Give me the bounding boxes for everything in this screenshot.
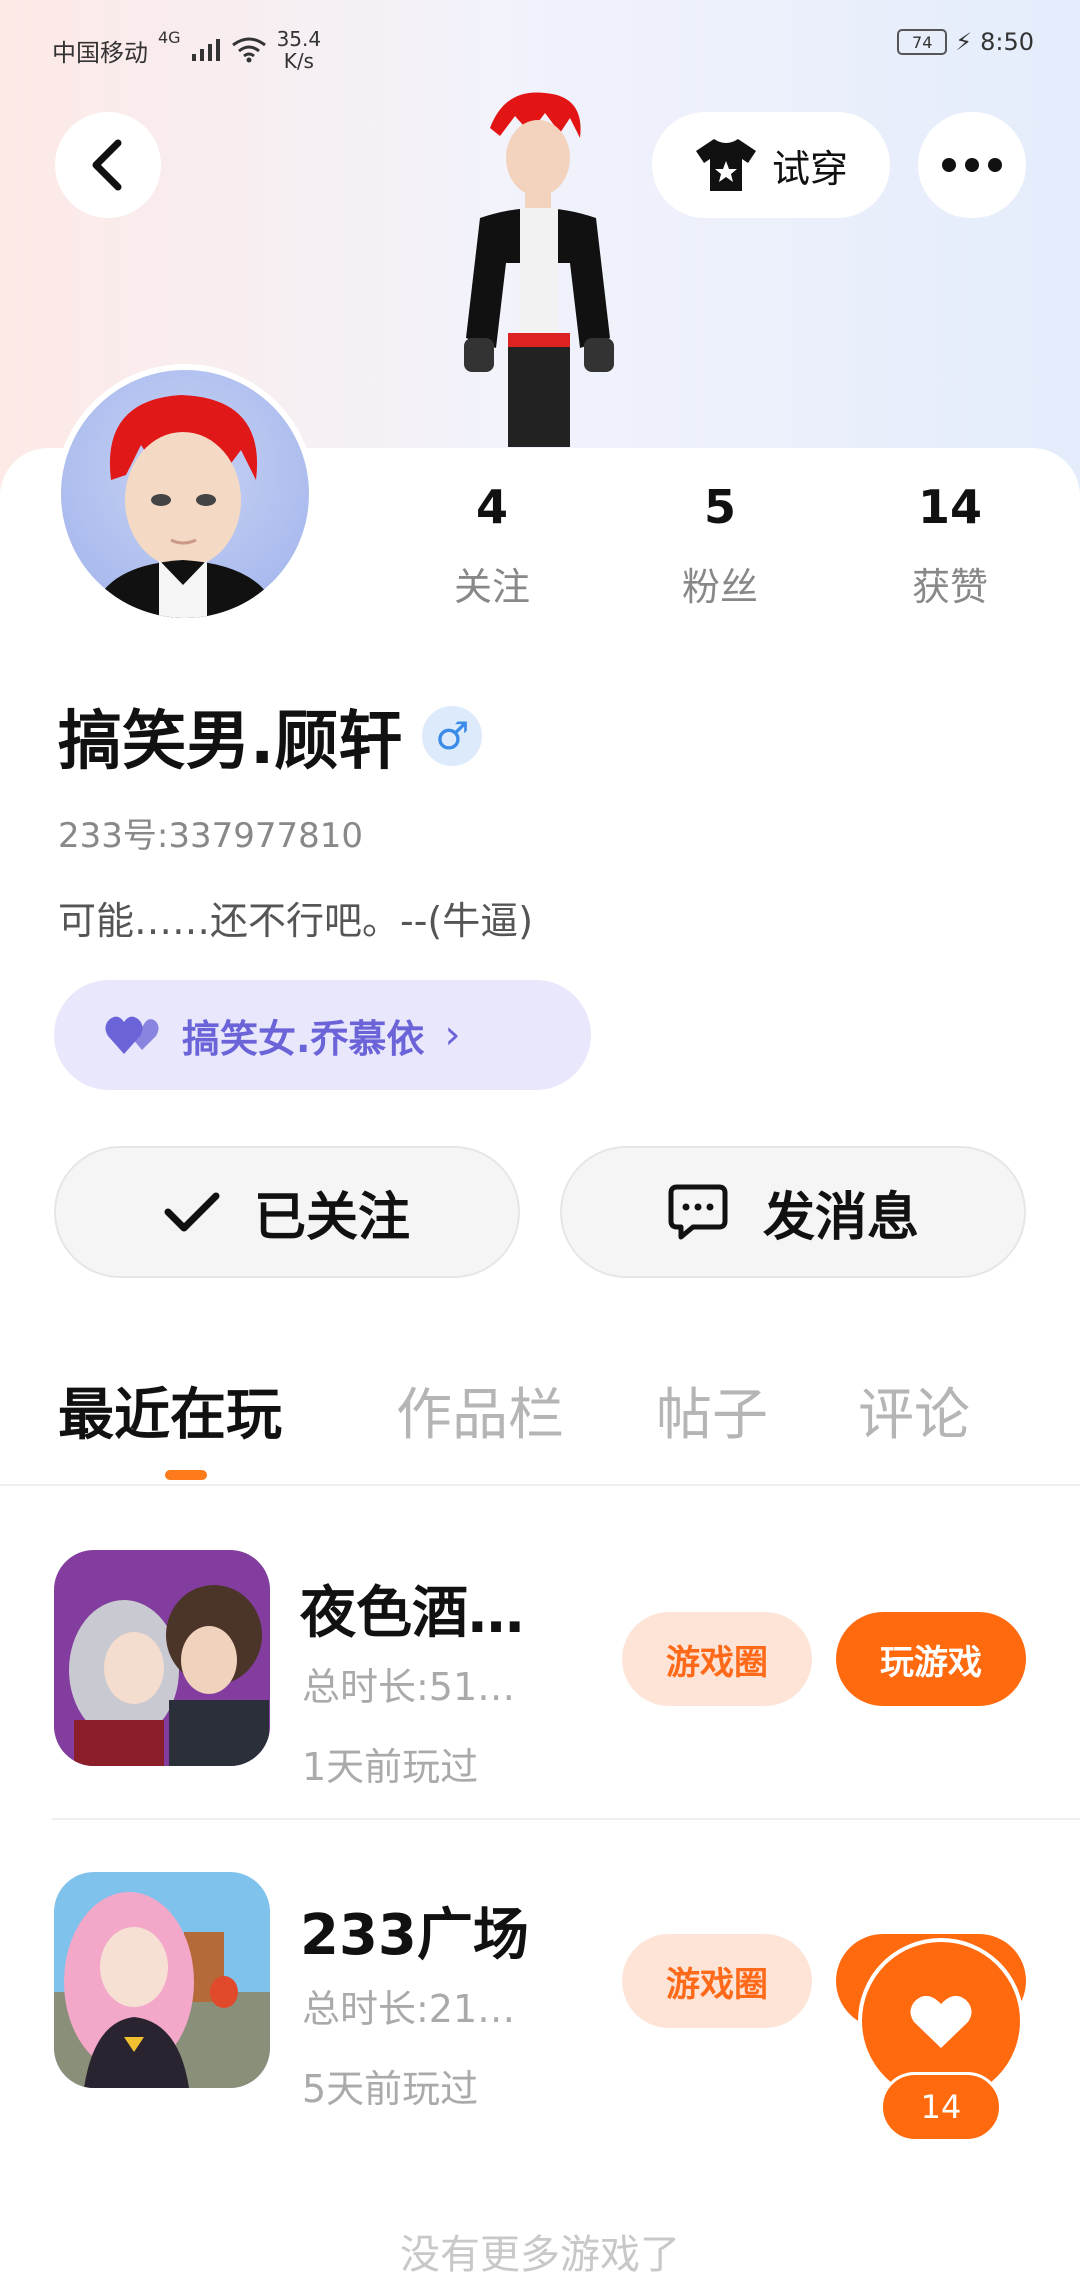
game-title: 夜色酒… xyxy=(300,1581,524,1646)
stat-likes[interactable]: 14 获赞 xyxy=(860,480,1040,611)
fans-count: 5 xyxy=(703,480,736,534)
user-bio: 可能……还不行吧。--(牛逼) xyxy=(58,899,534,943)
back-button[interactable] xyxy=(55,112,161,218)
game-last-played: 1天前玩过 xyxy=(302,1745,479,1789)
tabs-divider xyxy=(0,1484,1080,1486)
likes-count: 14 xyxy=(917,480,982,534)
game-cover-image xyxy=(54,1550,270,1766)
game-total-time: 总时长:51… xyxy=(302,1665,516,1709)
following-count: 4 xyxy=(475,480,508,534)
row-divider xyxy=(52,1818,1080,1820)
stats-row: 4 关注 5 粉丝 14 获赞 xyxy=(0,480,1080,620)
like-count-badge: 14 xyxy=(880,2072,1002,2142)
tab-comments[interactable]: 评论 xyxy=(858,1370,970,1451)
list-item[interactable]: 夜色酒… 总时长:51… 1天前玩过 游戏圈 玩游戏 xyxy=(0,1550,1080,1789)
double-heart-icon xyxy=(105,1016,159,1054)
more-dots-icon xyxy=(942,158,1002,172)
status-bar: 中国移动 4G 35.4 K/s 74 ⚡ 8:50 xyxy=(0,0,1080,90)
more-button[interactable] xyxy=(918,112,1026,218)
user-name: 搞笑男.顾轩 xyxy=(58,705,403,779)
chat-bubble-icon xyxy=(668,1184,728,1240)
battery-icon: 74 xyxy=(897,29,948,55)
carrier-label: 中国移动 xyxy=(52,38,148,67)
charging-icon: ⚡ xyxy=(955,28,973,56)
name-row: 搞笑男.顾轩 ♂ xyxy=(58,690,483,782)
tab-recent-play[interactable]: 最近在玩 xyxy=(58,1370,282,1451)
wifi-icon xyxy=(231,37,266,63)
game-title: 233广场 xyxy=(300,1903,529,1968)
try-on-label: 试穿 xyxy=(771,146,848,191)
followed-button[interactable]: 已关注 xyxy=(54,1146,520,1278)
followed-label: 已关注 xyxy=(253,1187,410,1248)
list-end-text: 没有更多游戏了 xyxy=(400,2232,680,2278)
network-label: 4G xyxy=(158,28,181,47)
clock: 8:50 xyxy=(980,28,1034,56)
relation-chip[interactable]: 搞笑女.乔慕依 › xyxy=(54,980,591,1090)
checkmark-icon xyxy=(164,1192,220,1232)
game-total-time: 总时长:21… xyxy=(302,1987,516,2031)
play-game-button[interactable]: 玩游戏 xyxy=(836,1612,1026,1706)
stat-fans[interactable]: 5 粉丝 xyxy=(630,480,810,611)
user-id[interactable]: 233号:337977810 xyxy=(58,808,363,857)
likes-label: 获赞 xyxy=(911,565,988,609)
network-speed: 35.4 K/s xyxy=(276,27,322,73)
game-icon[interactable] xyxy=(54,1550,270,1766)
heart-icon xyxy=(910,1995,972,2048)
following-label: 关注 xyxy=(453,565,530,609)
game-circle-button[interactable]: 游戏圈 xyxy=(622,1934,812,2028)
stat-following[interactable]: 4 关注 xyxy=(402,480,582,611)
content-tabs: 最近在玩 作品栏 帖子 评论 xyxy=(0,1370,1080,1490)
male-icon: ♂ xyxy=(422,706,483,766)
try-on-button[interactable]: 试穿 xyxy=(652,112,890,218)
chevron-left-icon xyxy=(92,139,122,191)
signal-icon xyxy=(191,39,220,61)
message-button[interactable]: 发消息 xyxy=(560,1146,1026,1278)
tab-works[interactable]: 作品栏 xyxy=(396,1370,564,1451)
game-circle-button[interactable]: 游戏圈 xyxy=(622,1612,812,1706)
active-tab-indicator xyxy=(165,1470,207,1480)
tab-posts[interactable]: 帖子 xyxy=(656,1370,768,1451)
avatar-figure[interactable] xyxy=(420,88,660,448)
chevron-right-icon: › xyxy=(444,1012,461,1058)
tshirt-icon xyxy=(695,139,756,191)
game-icon[interactable] xyxy=(54,1872,270,2088)
game-cover-image xyxy=(54,1872,270,2088)
message-label: 发消息 xyxy=(762,1187,919,1248)
relation-name: 搞笑女.乔慕依 xyxy=(182,1016,425,1061)
fans-label: 粉丝 xyxy=(681,565,758,609)
game-last-played: 5天前玩过 xyxy=(302,2067,479,2111)
